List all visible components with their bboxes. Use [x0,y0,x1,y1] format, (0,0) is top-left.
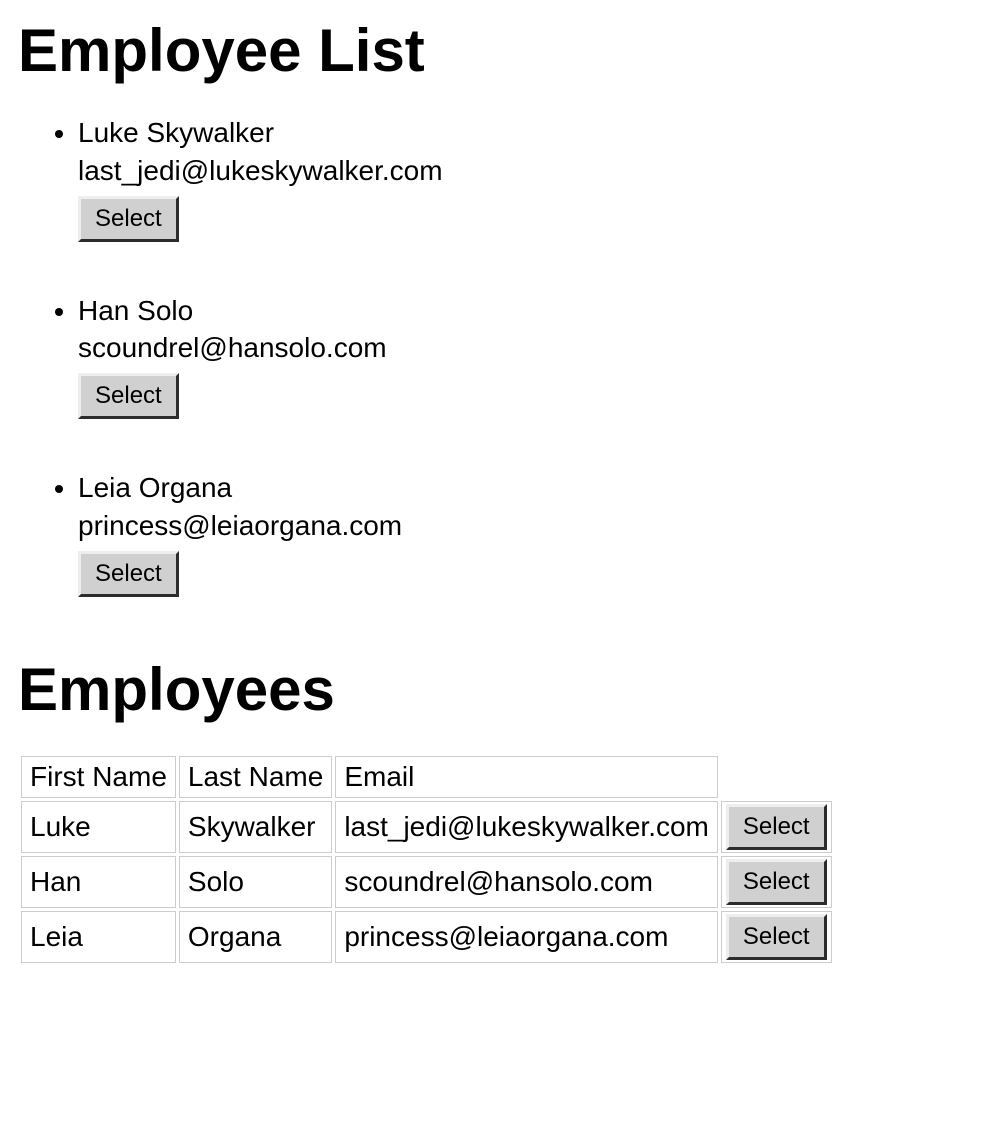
cell-email: princess@leiaorgana.com [335,911,718,963]
table-row: Luke Skywalker last_jedi@lukeskywalker.c… [21,801,832,853]
employee-email: scoundrel@hansolo.com [78,329,972,367]
cell-last-name: Solo [179,856,332,908]
employee-name: Leia Organa [78,469,972,507]
cell-action: Select [721,856,832,908]
employee-email: princess@leiaorgana.com [78,507,972,545]
employee-name: Luke Skywalker [78,114,972,152]
cell-action: Select [721,801,832,853]
select-button[interactable]: Select [726,804,827,850]
select-button[interactable]: Select [726,859,827,905]
employee-list: Luke Skywalker last_jedi@lukeskywalker.c… [18,114,972,597]
cell-action: Select [721,911,832,963]
employee-table: First Name Last Name Email Luke Skywalke… [18,753,835,966]
employee-email: last_jedi@lukeskywalker.com [78,152,972,190]
header-first-name: First Name [21,756,176,798]
header-action-empty [721,756,832,798]
cell-email: scoundrel@hansolo.com [335,856,718,908]
page-title-employees: Employees [18,657,972,723]
cell-first-name: Han [21,856,176,908]
page-title-employee-list: Employee List [18,18,972,84]
table-header-row: First Name Last Name Email [21,756,832,798]
table-row: Han Solo scoundrel@hansolo.com Select [21,856,832,908]
cell-first-name: Leia [21,911,176,963]
list-item: Leia Organa princess@leiaorgana.com Sele… [78,469,972,597]
cell-email: last_jedi@lukeskywalker.com [335,801,718,853]
cell-last-name: Skywalker [179,801,332,853]
header-last-name: Last Name [179,756,332,798]
employee-name: Han Solo [78,292,972,330]
list-item: Luke Skywalker last_jedi@lukeskywalker.c… [78,114,972,242]
select-button[interactable]: Select [78,551,179,597]
cell-first-name: Luke [21,801,176,853]
select-button[interactable]: Select [78,373,179,419]
header-email: Email [335,756,718,798]
table-row: Leia Organa princess@leiaorgana.com Sele… [21,911,832,963]
cell-last-name: Organa [179,911,332,963]
list-item: Han Solo scoundrel@hansolo.com Select [78,292,972,420]
select-button[interactable]: Select [78,196,179,242]
select-button[interactable]: Select [726,914,827,960]
